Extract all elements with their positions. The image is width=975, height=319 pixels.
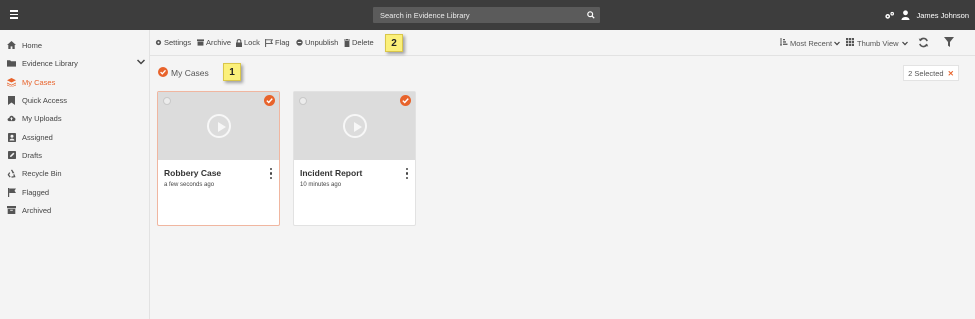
search-icon[interactable] bbox=[587, 11, 595, 21]
grid-icon bbox=[846, 38, 854, 48]
recycle-icon bbox=[7, 169, 16, 178]
search-box[interactable] bbox=[373, 7, 600, 23]
sidebar-item-label: Home bbox=[22, 40, 43, 50]
select-radio[interactable] bbox=[299, 97, 307, 105]
sidebar-item-my-uploads[interactable]: My Uploads bbox=[0, 109, 150, 127]
more-options-icon[interactable] bbox=[405, 168, 409, 179]
bookmark-icon bbox=[7, 95, 16, 105]
user-name[interactable]: James Johnson bbox=[916, 11, 969, 20]
top-bar: James Johnson bbox=[0, 0, 975, 30]
archive-icon bbox=[7, 206, 16, 215]
sidebar-item-label: Assigned bbox=[22, 132, 53, 142]
delete-label: Delete bbox=[352, 38, 374, 47]
sidebar-item-recycle-bin[interactable]: Recycle Bin bbox=[0, 164, 150, 182]
cloud-upload-icon bbox=[7, 114, 16, 123]
filter-icon bbox=[944, 37, 954, 49]
case-card[interactable]: Incident Report 10 minutes ago bbox=[293, 91, 416, 226]
play-icon[interactable] bbox=[207, 114, 231, 138]
trash-icon bbox=[344, 38, 350, 47]
layers-icon bbox=[7, 77, 16, 87]
archive-label: Archive bbox=[206, 38, 232, 47]
archive-icon bbox=[197, 39, 204, 46]
sidebar-item-home[interactable]: Home bbox=[0, 36, 150, 54]
delete-button[interactable]: Delete bbox=[344, 38, 374, 47]
case-card[interactable]: Robbery Case a few seconds ago bbox=[157, 91, 280, 226]
filter-button[interactable] bbox=[944, 37, 954, 49]
more-options-icon[interactable] bbox=[269, 168, 273, 179]
card-title[interactable]: Robbery Case bbox=[164, 168, 221, 178]
refresh-icon bbox=[918, 37, 929, 50]
sidebar-item-quick-access[interactable]: Quick Access bbox=[0, 91, 150, 109]
check-circle-icon[interactable] bbox=[400, 95, 411, 108]
card-timestamp: 10 minutes ago bbox=[300, 182, 342, 188]
assigned-icon bbox=[7, 132, 16, 142]
settings-label: Settings bbox=[164, 38, 192, 47]
archive-button[interactable]: Archive bbox=[197, 38, 231, 47]
gear-icon bbox=[155, 39, 162, 46]
menu-icon[interactable] bbox=[10, 10, 18, 19]
user-icon[interactable] bbox=[901, 10, 910, 20]
chevron-down-icon[interactable] bbox=[136, 58, 146, 67]
chevron-down-icon bbox=[901, 39, 908, 48]
flag-label: Flag bbox=[275, 38, 290, 47]
settings-gears-icon[interactable] bbox=[884, 11, 895, 20]
flag-icon bbox=[7, 187, 16, 197]
callout-2: 2 bbox=[385, 34, 403, 52]
unpublish-label: Unpublish bbox=[305, 38, 339, 47]
lock-icon bbox=[236, 38, 242, 47]
sidebar-item-label: Recycle Bin bbox=[22, 168, 62, 178]
flag-button[interactable]: Flag bbox=[265, 38, 290, 47]
select-radio[interactable] bbox=[163, 97, 171, 105]
section-header: My Cases bbox=[158, 67, 209, 79]
minus-circle-icon bbox=[296, 39, 303, 46]
video-thumbnail[interactable] bbox=[158, 92, 279, 160]
folder-icon bbox=[7, 59, 16, 68]
chevron-down-icon bbox=[834, 39, 841, 48]
callout-1: 1 bbox=[223, 63, 241, 81]
check-circle-icon bbox=[158, 67, 168, 79]
play-icon[interactable] bbox=[343, 114, 367, 138]
sidebar-item-my-cases[interactable]: My Cases bbox=[0, 73, 150, 91]
sidebar: Home Evidence Library My Cases Quick Acc… bbox=[0, 30, 150, 319]
sidebar-item-label: Flagged bbox=[22, 187, 50, 197]
view-label: Thumb View bbox=[857, 38, 899, 48]
sidebar-item-archived[interactable]: Archived bbox=[0, 201, 150, 219]
sidebar-item-label: Drafts bbox=[22, 150, 43, 160]
sidebar-item-flagged[interactable]: Flagged bbox=[0, 183, 150, 201]
edit-icon bbox=[7, 151, 16, 160]
search-input[interactable] bbox=[373, 7, 583, 23]
clear-selection-button[interactable]: ✕ bbox=[948, 69, 954, 78]
sidebar-item-label: My Cases bbox=[22, 77, 56, 87]
sidebar-item-assigned[interactable]: Assigned bbox=[0, 128, 150, 146]
sidebar-item-label: Quick Access bbox=[22, 95, 68, 105]
sidebar-item-label: Archived bbox=[22, 205, 52, 215]
home-icon bbox=[7, 41, 16, 50]
unpublish-button[interactable]: Unpublish bbox=[296, 38, 338, 47]
lock-label: Lock bbox=[244, 38, 260, 47]
settings-button[interactable]: Settings bbox=[155, 38, 191, 47]
sidebar-item-label: My Uploads bbox=[22, 113, 62, 123]
card-timestamp: a few seconds ago bbox=[164, 182, 215, 188]
card-title[interactable]: Incident Report bbox=[300, 168, 362, 178]
sidebar-item-label: Evidence Library bbox=[22, 58, 78, 68]
sidebar-item-drafts[interactable]: Drafts bbox=[0, 146, 150, 164]
sidebar-item-evidence-library[interactable]: Evidence Library bbox=[0, 54, 150, 72]
sort-icon bbox=[780, 38, 788, 48]
video-thumbnail[interactable] bbox=[294, 92, 415, 160]
sort-dropdown[interactable]: Most Recent bbox=[780, 38, 841, 48]
lock-button[interactable]: Lock bbox=[236, 38, 260, 47]
selection-count-badge: 2 Selected ✕ bbox=[903, 65, 959, 81]
flag-outline-icon bbox=[265, 38, 273, 47]
view-dropdown[interactable]: Thumb View bbox=[846, 38, 908, 48]
section-title: My Cases bbox=[171, 68, 209, 78]
check-circle-icon[interactable] bbox=[264, 95, 275, 108]
action-toolbar: Settings Archive Lock Flag Unpublish Del… bbox=[150, 30, 975, 56]
selected-count-text: 2 Selected bbox=[908, 68, 944, 78]
sort-label: Most Recent bbox=[790, 38, 833, 48]
refresh-button[interactable] bbox=[918, 37, 929, 50]
